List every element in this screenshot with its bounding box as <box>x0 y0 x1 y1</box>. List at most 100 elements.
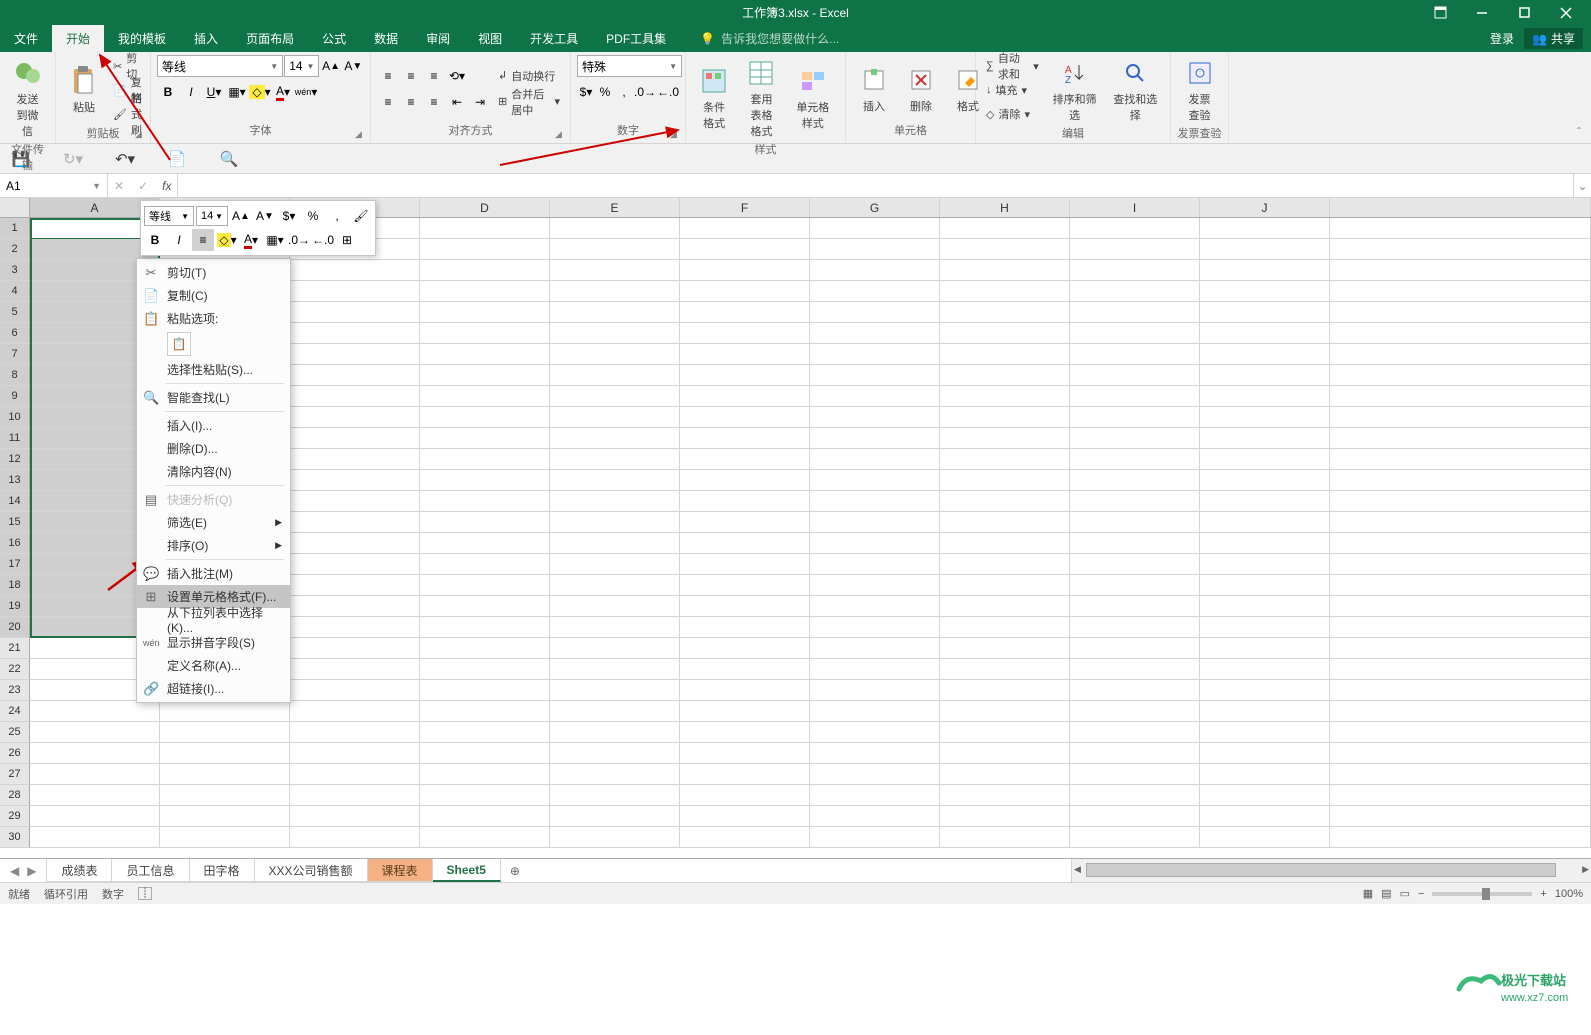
ctx-filter[interactable]: 筛选(E)▶ <box>137 511 290 534</box>
cell-D30[interactable] <box>420 827 550 848</box>
cell-H6[interactable] <box>940 323 1070 344</box>
cell-B27[interactable] <box>160 764 290 785</box>
wrap-text-button[interactable]: ↲自动换行 <box>494 65 564 87</box>
cell-F6[interactable] <box>680 323 810 344</box>
cell-D23[interactable] <box>420 680 550 701</box>
cell-C27[interactable] <box>290 764 420 785</box>
format-as-table-button[interactable]: 套用表格格式 <box>739 55 783 141</box>
cell-E19[interactable] <box>550 596 680 617</box>
cell-E20[interactable] <box>550 617 680 638</box>
menu-layout[interactable]: 页面布局 <box>232 25 308 52</box>
cell-H19[interactable] <box>940 596 1070 617</box>
cell-E21[interactable] <box>550 638 680 659</box>
row-header-12[interactable]: 12 <box>0 449 30 470</box>
cell-F30[interactable] <box>680 827 810 848</box>
cell-C13[interactable] <box>290 470 420 491</box>
cell-D22[interactable] <box>420 659 550 680</box>
percent-icon[interactable]: % <box>596 81 614 103</box>
print-preview-icon[interactable]: 🔍 <box>218 148 240 170</box>
cell-E11[interactable] <box>550 428 680 449</box>
mini-border-icon[interactable]: ▦▾ <box>264 229 286 251</box>
cell-I27[interactable] <box>1070 764 1200 785</box>
name-box[interactable]: A1 ▼ <box>0 174 108 197</box>
cell-H17[interactable] <box>940 554 1070 575</box>
cell-G26[interactable] <box>810 743 940 764</box>
cell-C10[interactable] <box>290 407 420 428</box>
cell-F7[interactable] <box>680 344 810 365</box>
cell-G12[interactable] <box>810 449 940 470</box>
cell-C5[interactable] <box>290 302 420 323</box>
cell-D6[interactable] <box>420 323 550 344</box>
cell-F15[interactable] <box>680 512 810 533</box>
add-sheet-button[interactable]: ⊕ <box>501 859 529 882</box>
cell-F9[interactable] <box>680 386 810 407</box>
sheet-tab-4[interactable]: XXX公司销售额 <box>255 859 368 882</box>
invoice-check-button[interactable]: 发票查验 <box>1178 55 1222 125</box>
cell-I13[interactable] <box>1070 470 1200 491</box>
ctx-smart-lookup[interactable]: 🔍智能查找(L) <box>137 386 290 409</box>
cell-G23[interactable] <box>810 680 940 701</box>
cell-G28[interactable] <box>810 785 940 806</box>
cell-F20[interactable] <box>680 617 810 638</box>
collapse-ribbon-icon[interactable]: ˆ <box>1573 52 1591 143</box>
cell-E4[interactable] <box>550 281 680 302</box>
col-header-E[interactable]: E <box>550 198 680 217</box>
row-header-24[interactable]: 24 <box>0 701 30 722</box>
cell-H14[interactable] <box>940 491 1070 512</box>
mini-currency-icon[interactable]: $▾ <box>278 205 300 227</box>
cell-E26[interactable] <box>550 743 680 764</box>
cell-I22[interactable] <box>1070 659 1200 680</box>
cell-F18[interactable] <box>680 575 810 596</box>
cell-G5[interactable] <box>810 302 940 323</box>
row-header-21[interactable]: 21 <box>0 638 30 659</box>
cell-E12[interactable] <box>550 449 680 470</box>
sheet-nav-prev-icon[interactable]: ◀ <box>10 864 19 878</box>
conditional-format-button[interactable]: 条件格式 <box>692 63 736 133</box>
login-link[interactable]: 登录 <box>1490 30 1514 47</box>
cell-A28[interactable] <box>30 785 160 806</box>
cell-C6[interactable] <box>290 323 420 344</box>
cell-I3[interactable] <box>1070 260 1200 281</box>
zoom-slider[interactable] <box>1432 892 1532 896</box>
cell-B30[interactable] <box>160 827 290 848</box>
cell-H12[interactable] <box>940 449 1070 470</box>
find-select-button[interactable]: 查找和选择 <box>1106 55 1164 125</box>
cell-H13[interactable] <box>940 470 1070 491</box>
cell-D25[interactable] <box>420 722 550 743</box>
cell-I4[interactable] <box>1070 281 1200 302</box>
cell-D27[interactable] <box>420 764 550 785</box>
cell-C28[interactable] <box>290 785 420 806</box>
cell-I12[interactable] <box>1070 449 1200 470</box>
cell-G27[interactable] <box>810 764 940 785</box>
cell-G30[interactable] <box>810 827 940 848</box>
cell-E9[interactable] <box>550 386 680 407</box>
col-header-D[interactable]: D <box>420 198 550 217</box>
cell-D8[interactable] <box>420 365 550 386</box>
align-left-icon[interactable]: ≡ <box>377 91 399 113</box>
cell-C30[interactable] <box>290 827 420 848</box>
cell-J6[interactable] <box>1200 323 1330 344</box>
minimize-icon[interactable] <box>1462 0 1502 25</box>
row-header-25[interactable]: 25 <box>0 722 30 743</box>
clipboard-launcher-icon[interactable]: ◢ <box>135 129 147 141</box>
cell-F25[interactable] <box>680 722 810 743</box>
menu-data[interactable]: 数据 <box>360 25 412 52</box>
cell-C7[interactable] <box>290 344 420 365</box>
cell-C22[interactable] <box>290 659 420 680</box>
cell-I26[interactable] <box>1070 743 1200 764</box>
decrease-indent-icon[interactable]: ⇤ <box>446 91 468 113</box>
row-header-1[interactable]: 1 <box>0 218 30 239</box>
cell-I7[interactable] <box>1070 344 1200 365</box>
cell-G15[interactable] <box>810 512 940 533</box>
cell-H3[interactable] <box>940 260 1070 281</box>
cell-F11[interactable] <box>680 428 810 449</box>
row-header-16[interactable]: 16 <box>0 533 30 554</box>
mini-format-painter-icon[interactable]: 🖌 <box>350 205 372 227</box>
mini-font-name[interactable]: 等线▼ <box>144 206 194 226</box>
cell-I1[interactable] <box>1070 218 1200 239</box>
cell-C19[interactable] <box>290 596 420 617</box>
cell-I19[interactable] <box>1070 596 1200 617</box>
ctx-pick-from-dropdown[interactable]: 从下拉列表中选择(K)... <box>137 608 290 631</box>
cell-G20[interactable] <box>810 617 940 638</box>
cell-H2[interactable] <box>940 239 1070 260</box>
